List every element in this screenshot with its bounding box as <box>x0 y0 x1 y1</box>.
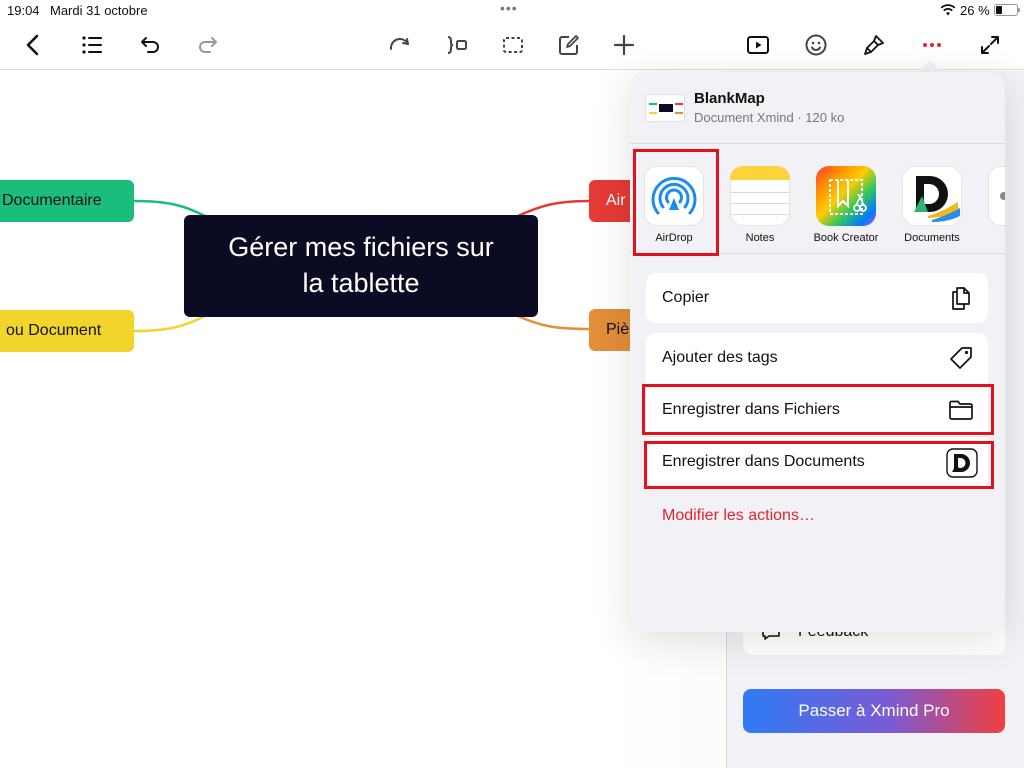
note-icon[interactable] <box>554 30 584 60</box>
back-icon[interactable] <box>19 30 49 60</box>
book-creator-icon <box>816 166 876 226</box>
more-apps-icon <box>988 166 1005 226</box>
more-icon[interactable] <box>917 30 947 60</box>
share-sheet-header: BlankMap Document Xmind · 120 ko <box>630 72 1005 144</box>
summary-icon[interactable] <box>442 30 472 60</box>
action-label: Copier <box>662 289 710 306</box>
app-label: Notes <box>745 232 775 244</box>
topic-documentaire[interactable]: Documentaire <box>0 180 134 222</box>
share-app-notes[interactable]: Notes <box>720 166 800 244</box>
present-icon[interactable] <box>743 30 773 60</box>
action-add-tags[interactable]: Ajouter des tags <box>646 333 988 385</box>
battery-icon <box>994 4 1020 16</box>
status-date: Mardi 31 octobre <box>50 3 148 18</box>
upgrade-pro-button[interactable]: Passer à Xmind Pro <box>743 689 1005 733</box>
topic-ou-document[interactable]: ou Document <box>0 310 134 352</box>
topic-label: ou Document <box>6 322 102 339</box>
central-topic[interactable]: Gérer mes fichiers sur la tablette <box>184 215 538 317</box>
wifi-icon <box>940 4 956 16</box>
notes-icon <box>730 166 790 226</box>
redo-icon[interactable] <box>193 30 223 60</box>
screen: 19:04 Mardi 31 octobre ••• 26 % Document… <box>0 0 1024 768</box>
share-app-more[interactable] <box>978 166 1005 226</box>
app-label: Documents <box>904 232 960 244</box>
app-label: Book Creator <box>813 232 879 244</box>
toolbar <box>0 20 1024 70</box>
battery-percent: 26 % <box>960 3 990 18</box>
add-icon[interactable] <box>609 30 639 60</box>
fullscreen-icon[interactable] <box>975 30 1005 60</box>
format-icon[interactable] <box>859 30 889 60</box>
multitasking-dots-icon[interactable]: ••• <box>500 0 518 16</box>
boundary-icon[interactable] <box>498 30 528 60</box>
undo-icon[interactable] <box>135 30 165 60</box>
status-bar: 19:04 Mardi 31 octobre ••• 26 % <box>0 0 1024 20</box>
outline-icon[interactable] <box>77 30 107 60</box>
highlight-airdrop <box>633 149 719 256</box>
topic-label: Air <box>606 192 626 209</box>
copy-icon <box>952 287 970 310</box>
share-app-book-creator[interactable]: Book Creator <box>806 166 886 244</box>
highlight-save-documents <box>644 441 994 489</box>
status-time: 19:04 <box>7 3 40 18</box>
file-thumbnail <box>645 94 685 122</box>
highlight-save-files <box>642 384 994 435</box>
file-meta: Document Xmind · 120 ko <box>694 110 845 125</box>
share-app-documents[interactable]: Documents <box>892 166 972 244</box>
central-topic-line-2: la tablette <box>302 268 420 298</box>
tag-icon <box>950 347 972 369</box>
central-topic-line-1: Gérer mes fichiers sur <box>228 232 494 262</box>
topic-label: Documentaire <box>2 192 102 209</box>
sticker-icon[interactable] <box>801 30 831 60</box>
relationship-icon[interactable] <box>385 30 415 60</box>
documents-icon <box>902 166 962 226</box>
topic-label: Piè <box>606 321 630 338</box>
action-label: Ajouter des tags <box>662 349 778 366</box>
file-name: BlankMap <box>694 90 765 107</box>
action-copy[interactable]: Copier <box>646 273 988 323</box>
edit-actions-link[interactable]: Modifier les actions… <box>662 507 815 525</box>
